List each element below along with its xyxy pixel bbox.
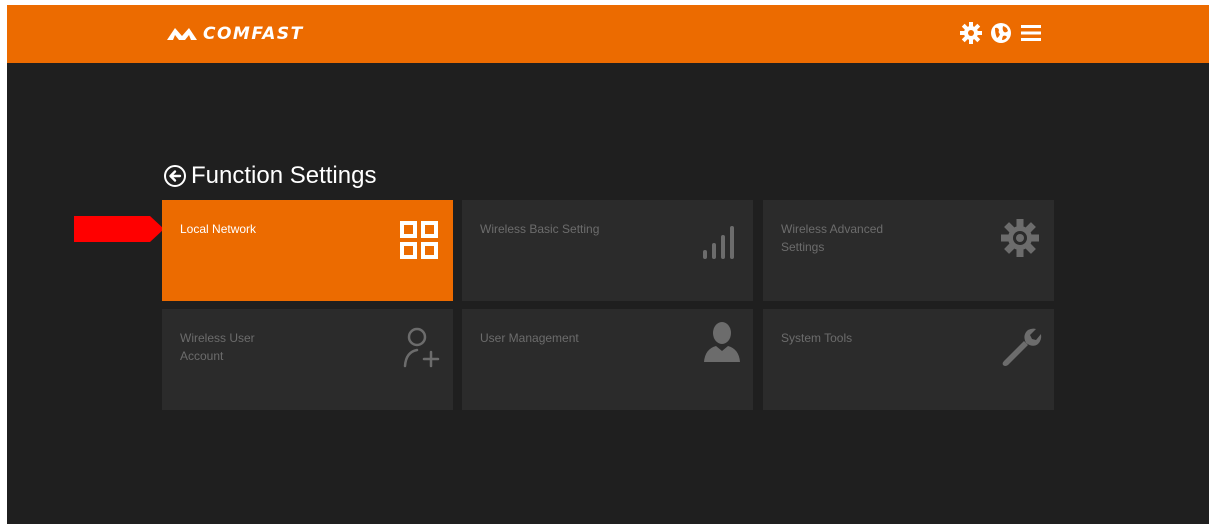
tile-label: Wireless Advanced Settings xyxy=(781,222,884,254)
tile-label: User Management xyxy=(480,331,579,345)
gear-icon xyxy=(1001,219,1039,257)
tile-label: Wireless Basic Setting xyxy=(480,222,600,236)
top-header: COMFAST xyxy=(7,5,1209,63)
red-pointer-arrow xyxy=(74,216,164,242)
add-user-icon xyxy=(403,327,440,368)
header-icons xyxy=(959,20,1043,46)
comfast-logo-icon xyxy=(167,28,197,40)
tile-label: System Tools xyxy=(781,331,853,345)
tile-label: Local Network xyxy=(180,222,257,236)
globe-icon[interactable] xyxy=(989,21,1013,45)
user-icon xyxy=(704,322,740,362)
menu-icon[interactable] xyxy=(1019,21,1043,45)
brand-name: COMFAST xyxy=(203,24,304,44)
signal-bars-icon xyxy=(703,226,734,259)
tile-local-network[interactable]: Local Network xyxy=(162,200,453,301)
tile-wireless-basic-setting[interactable]: Wireless Basic Setting xyxy=(462,200,753,301)
page-title-row: Function Settings xyxy=(163,161,376,191)
back-arrow-icon[interactable] xyxy=(163,164,187,188)
comfast-logo[interactable]: COMFAST xyxy=(165,22,304,46)
wrench-icon xyxy=(1002,328,1042,366)
app-window: COMFAST Function Settings Local Network … xyxy=(7,5,1209,524)
page-title: Function Settings xyxy=(191,162,377,189)
tile-label: Wireless User Account xyxy=(180,331,255,363)
grid-icon xyxy=(400,221,438,259)
tile-wireless-user-account[interactable]: Wireless User Account xyxy=(162,309,453,410)
tile-system-tools[interactable]: System Tools xyxy=(763,309,1054,410)
tile-user-management[interactable]: User Management xyxy=(462,309,753,410)
gear-icon[interactable] xyxy=(959,21,983,45)
tile-wireless-advanced-settings[interactable]: Wireless Advanced Settings xyxy=(763,200,1054,301)
